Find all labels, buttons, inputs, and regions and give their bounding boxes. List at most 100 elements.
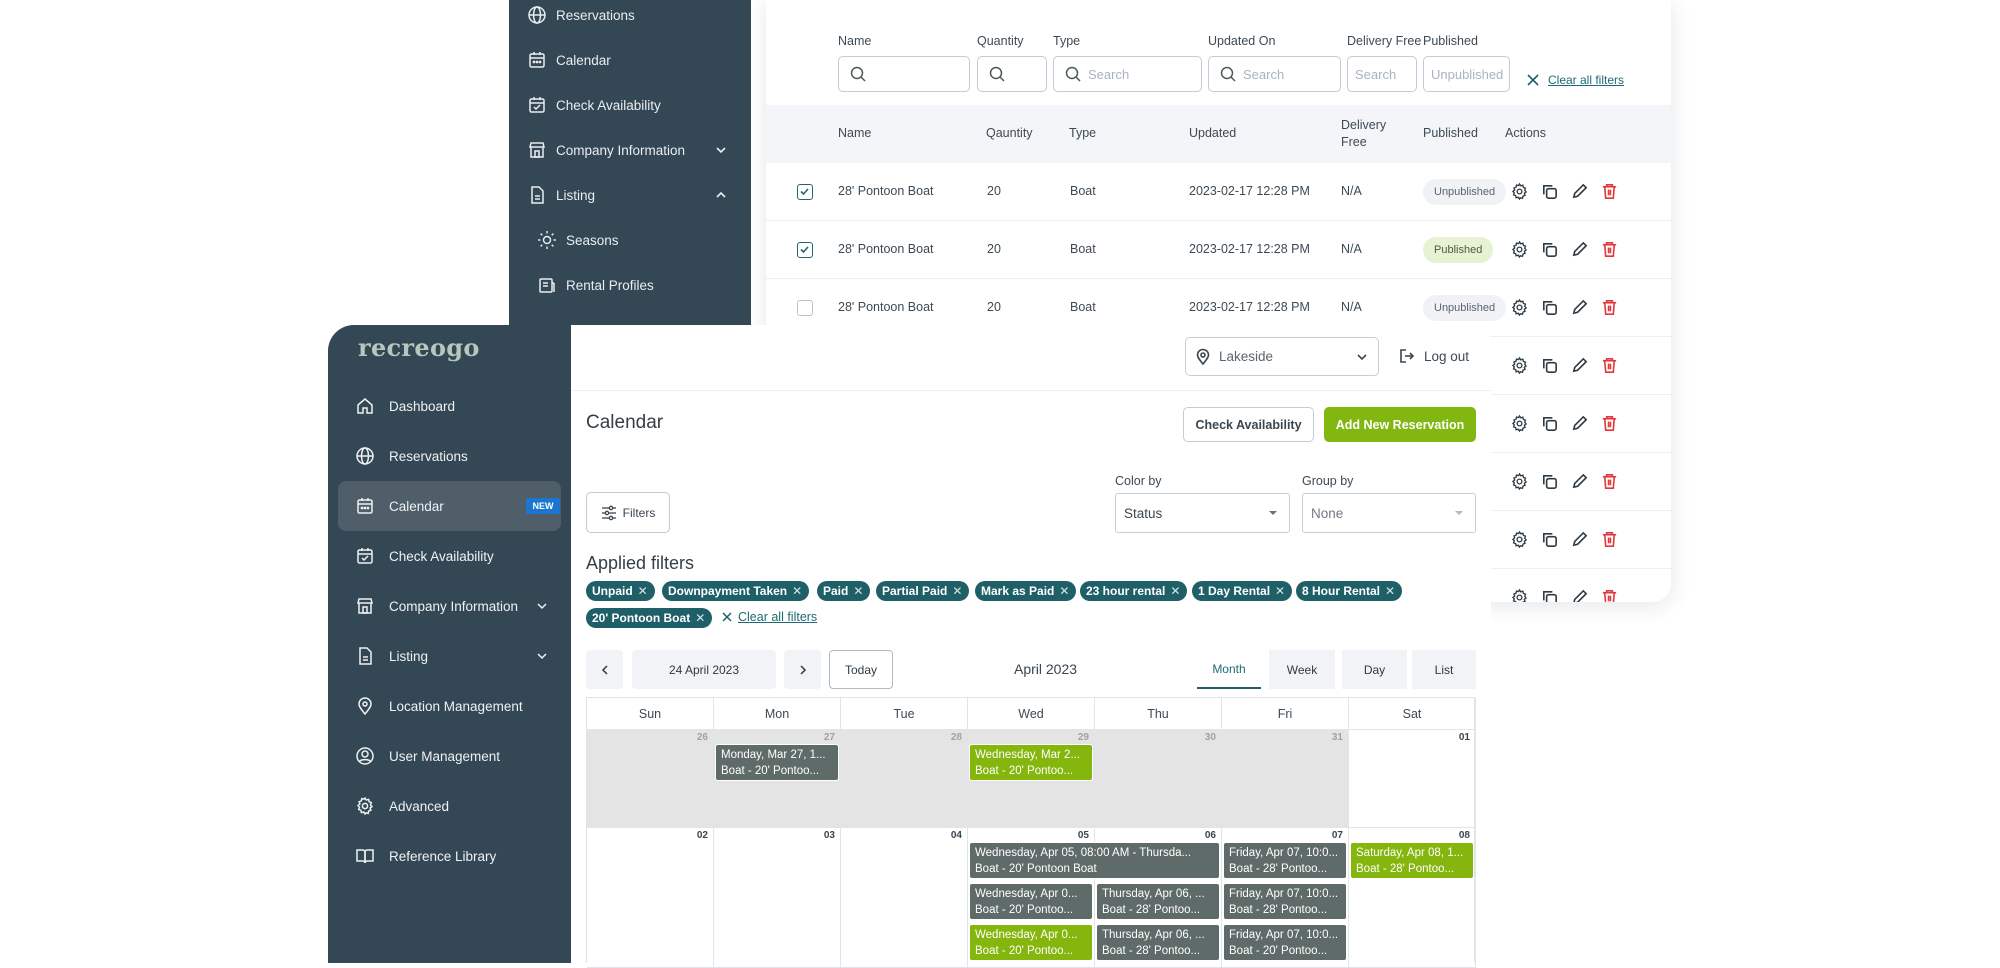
edit-icon[interactable] [1570, 182, 1589, 201]
edit-icon[interactable] [1570, 356, 1589, 375]
copy-icon[interactable] [1540, 588, 1559, 602]
calendar-event[interactable]: Thursday, Apr 06, ... Boat - 28' Pontoo..… [1096, 924, 1220, 961]
calendar-event[interactable]: Wednesday, Apr 0... Boat - 20' Pontoo... [969, 924, 1093, 961]
calendar-day-cell[interactable]: 28 [841, 730, 968, 828]
gear-icon[interactable] [1510, 588, 1529, 602]
delivery-free-filter-input[interactable]: Search [1347, 56, 1417, 92]
gear-icon[interactable] [1510, 356, 1529, 375]
today-button[interactable]: Today [829, 650, 893, 689]
calendar-event[interactable]: Friday, Apr 07, 10:0... Boat - 28' Pontoo… [1223, 842, 1347, 879]
trash-icon[interactable] [1600, 182, 1619, 201]
calendar-event[interactable]: Wednesday, Apr 0... Boat - 20' Pontoo... [969, 883, 1093, 920]
sidebar-item-dashboard[interactable]: Dashboard [338, 381, 561, 431]
back-sidebar-item-reservations[interactable]: Reservations [509, 0, 751, 38]
remove-chip-icon[interactable]: ✕ [1170, 584, 1180, 598]
row-checkbox[interactable] [797, 184, 813, 200]
copy-icon[interactable] [1540, 356, 1559, 375]
remove-chip-icon[interactable]: ✕ [792, 584, 802, 598]
copy-icon[interactable] [1540, 240, 1559, 259]
copy-icon[interactable] [1540, 298, 1559, 317]
sidebar-item-calendar[interactable]: Calendar NEW [338, 481, 561, 531]
calendar-event[interactable]: Thursday, Apr 06, ... Boat - 28' Pontoo..… [1096, 883, 1220, 920]
gear-icon[interactable] [1510, 530, 1529, 549]
next-month-button[interactable] [784, 650, 821, 689]
gear-icon[interactable] [1510, 240, 1529, 259]
back-sidebar-item-seasons[interactable]: Seasons [509, 218, 751, 263]
view-tab-month[interactable]: Month [1197, 650, 1261, 689]
remove-chip-icon[interactable]: ✕ [695, 611, 705, 625]
sidebar-item-check-availability[interactable]: Check Availability [338, 531, 561, 581]
copy-icon[interactable] [1540, 414, 1559, 433]
name-filter-input[interactable] [838, 56, 970, 92]
calendar-event[interactable]: Friday, Apr 07, 10:0... Boat - 20' Pontoo… [1223, 924, 1347, 961]
add-new-reservation-button[interactable]: Add New Reservation [1324, 407, 1476, 442]
calendar-day-cell[interactable]: 26 [587, 730, 714, 828]
gear-icon[interactable] [1510, 472, 1529, 491]
trash-icon[interactable] [1600, 356, 1619, 375]
back-sidebar-item-calendar[interactable]: Calendar [509, 38, 751, 83]
calendar-event[interactable]: Monday, Mar 27, 1... Boat - 20' Pontoo... [715, 744, 839, 781]
copy-icon[interactable] [1540, 182, 1559, 201]
trash-icon[interactable] [1600, 588, 1619, 602]
copy-icon[interactable] [1540, 472, 1559, 491]
calendar-event[interactable]: Wednesday, Apr 05, 08:00 AM - Thursda...… [969, 842, 1220, 879]
current-date-display[interactable]: 24 April 2023 [632, 650, 776, 689]
back-sidebar-item-listing[interactable]: Listing [509, 173, 751, 218]
sidebar-item-reservations[interactable]: Reservations [338, 431, 561, 481]
view-tab-day[interactable]: Day [1342, 650, 1407, 689]
filters-button[interactable]: Filters [586, 492, 670, 533]
edit-icon[interactable] [1570, 530, 1589, 549]
quantity-filter-input[interactable] [977, 56, 1047, 92]
copy-icon[interactable] [1540, 530, 1559, 549]
clear-all-filters-link[interactable]: Clear all filters [1526, 73, 1624, 87]
trash-icon[interactable] [1600, 240, 1619, 259]
chevron-down-icon[interactable] [714, 143, 728, 157]
sidebar-item-advanced[interactable]: Advanced [338, 781, 561, 831]
col-header-name[interactable]: Name [838, 125, 871, 142]
chevron-up-icon[interactable] [714, 188, 728, 202]
col-header-quantity[interactable]: Qauntity [986, 125, 1033, 142]
remove-chip-icon[interactable]: ✕ [1275, 584, 1285, 598]
check-availability-button[interactable]: Check Availability [1183, 407, 1314, 442]
remove-chip-icon[interactable]: ✕ [1059, 584, 1069, 598]
back-sidebar-item-check-availability[interactable]: Check Availability [509, 83, 751, 128]
gear-icon[interactable] [1510, 414, 1529, 433]
edit-icon[interactable] [1570, 472, 1589, 491]
chevron-down-icon[interactable] [536, 600, 548, 612]
trash-icon[interactable] [1600, 298, 1619, 317]
calendar-day-cell[interactable]: 01 [1349, 730, 1476, 828]
col-header-delivery-free[interactable]: Delivery Free [1341, 117, 1386, 151]
trash-icon[interactable] [1600, 414, 1619, 433]
prev-month-button[interactable] [586, 650, 623, 689]
calendar-day-cell[interactable]: 03 [714, 828, 841, 968]
location-select[interactable]: Lakeside [1185, 337, 1379, 376]
sidebar-item-location-management[interactable]: Location Management [338, 681, 561, 731]
type-filter-input[interactable]: Search [1053, 56, 1202, 92]
remove-chip-icon[interactable]: ✕ [853, 584, 863, 598]
back-sidebar-item-rental-profiles[interactable]: Rental Profiles [509, 263, 751, 308]
calendar-event[interactable]: Friday, Apr 07, 10:0... Boat - 28' Pontoo… [1223, 883, 1347, 920]
edit-icon[interactable] [1570, 414, 1589, 433]
trash-icon[interactable] [1600, 530, 1619, 549]
sidebar-item-company-information[interactable]: Company Information [338, 581, 561, 631]
calendar-day-cell[interactable]: 31 [1222, 730, 1349, 828]
calendar-event[interactable]: Wednesday, Mar 2... Boat - 20' Pontoo... [969, 744, 1093, 781]
trash-icon[interactable] [1600, 472, 1619, 491]
calendar-event[interactable]: Saturday, Apr 08, 1... Boat - 28' Pontoo.… [1350, 842, 1474, 879]
chevron-down-icon[interactable] [536, 650, 548, 662]
published-filter-select[interactable]: Unpublished [1423, 56, 1510, 92]
remove-chip-icon[interactable]: ✕ [952, 584, 962, 598]
col-header-type[interactable]: Type [1069, 125, 1096, 142]
remove-chip-icon[interactable]: ✕ [1385, 584, 1395, 598]
view-tab-list[interactable]: List [1412, 650, 1476, 689]
gear-icon[interactable] [1510, 182, 1529, 201]
sidebar-item-listing[interactable]: Listing [338, 631, 561, 681]
gear-icon[interactable] [1510, 298, 1529, 317]
row-checkbox[interactable] [797, 300, 813, 316]
sidebar-item-user-management[interactable]: User Management [338, 731, 561, 781]
view-tab-week[interactable]: Week [1269, 650, 1335, 689]
clear-all-filters-link[interactable]: Clear all filters [721, 610, 817, 624]
edit-icon[interactable] [1570, 240, 1589, 259]
calendar-day-cell[interactable]: 30 [1095, 730, 1222, 828]
col-header-published[interactable]: Published [1423, 125, 1478, 142]
